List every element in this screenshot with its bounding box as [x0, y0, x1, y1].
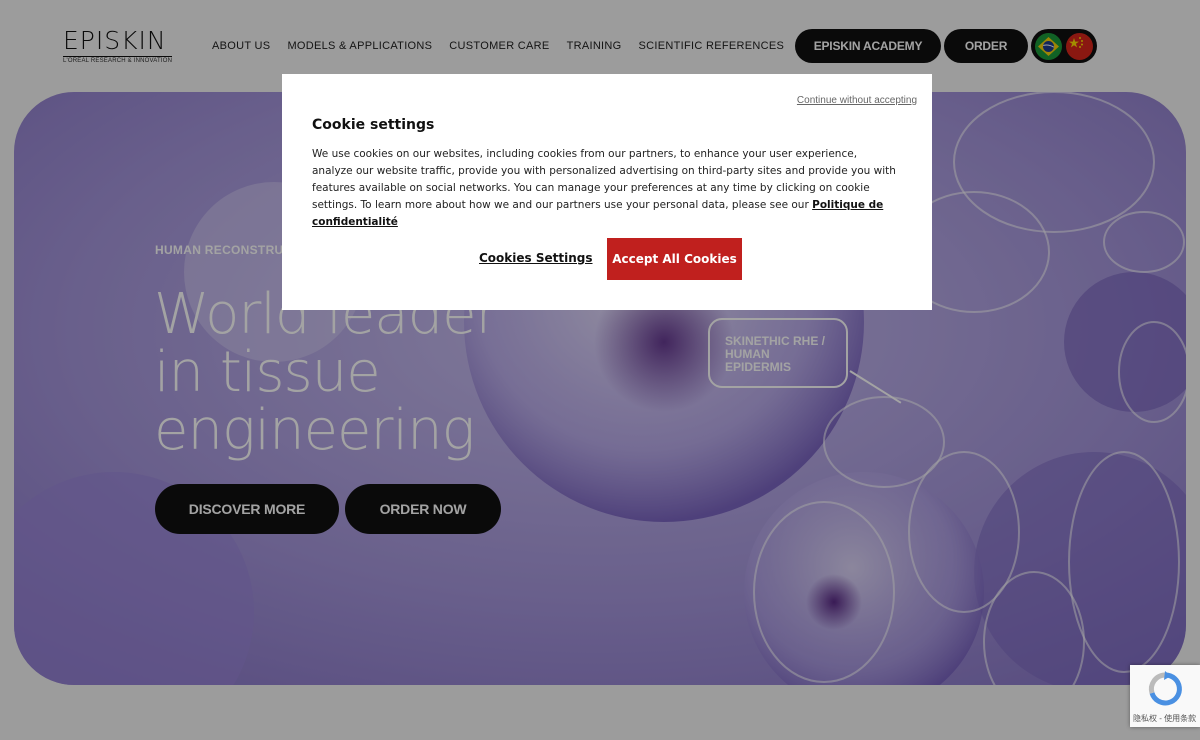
- cookie-body-text: We use cookies on our websites, includin…: [312, 148, 896, 211]
- cookie-dialog-title: Cookie settings: [312, 117, 435, 133]
- accept-all-cookies-button[interactable]: Accept All Cookies: [607, 238, 742, 280]
- recaptcha-badge[interactable]: 隐私权 - 使用条款: [1130, 665, 1200, 727]
- cookie-dialog: Continue without accepting Cookie settin…: [282, 74, 932, 310]
- cookie-dialog-text: We use cookies on our websites, includin…: [312, 146, 900, 231]
- recaptcha-icon: [1148, 671, 1182, 706]
- cookies-settings-button[interactable]: Cookies Settings: [479, 251, 593, 265]
- continue-without-accepting-link[interactable]: Continue without accepting: [797, 95, 917, 106]
- recaptcha-terms-text: 隐私权 - 使用条款: [1133, 714, 1197, 723]
